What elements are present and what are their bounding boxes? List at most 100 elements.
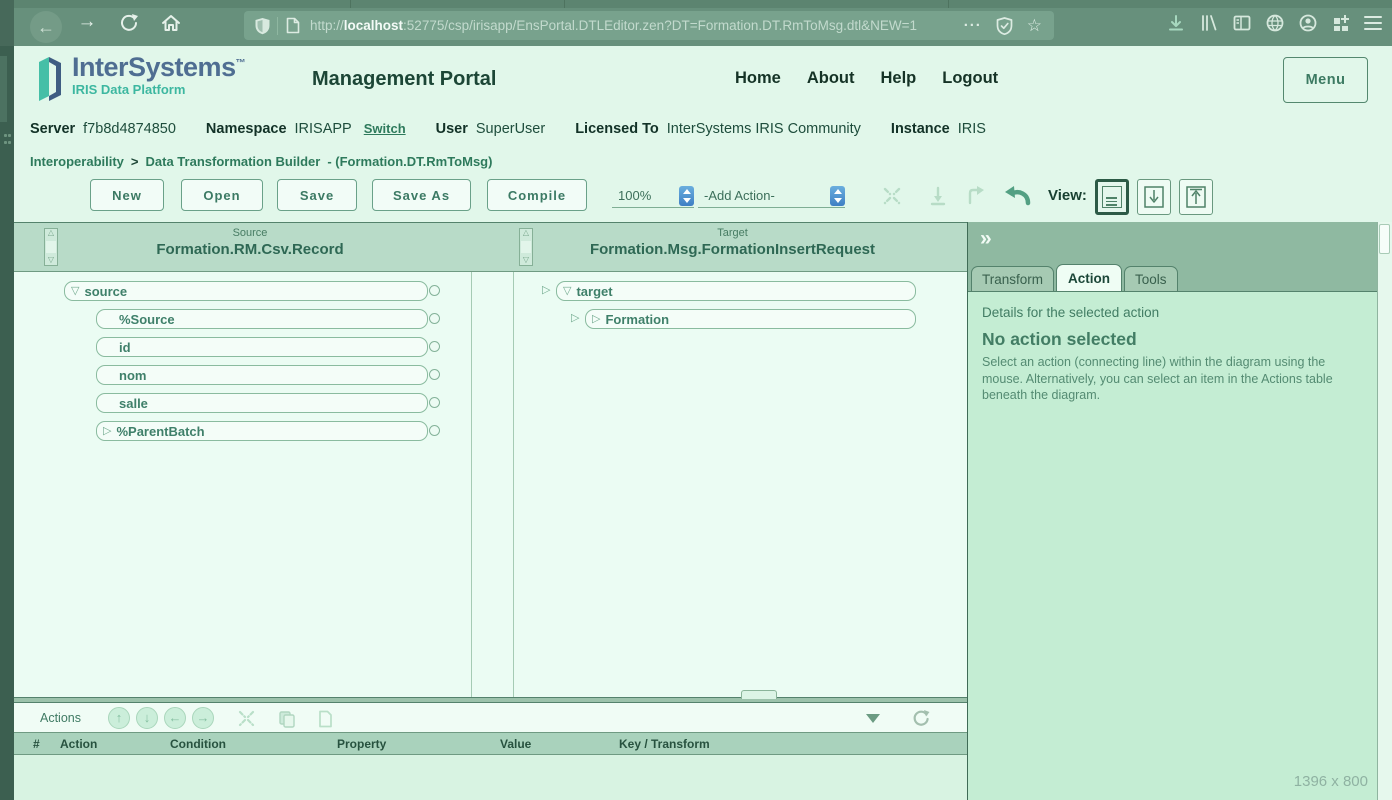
menu-hamburger-icon[interactable] (1364, 13, 1382, 33)
scrollbar-thumb[interactable] (1379, 224, 1390, 254)
column-value: Value (500, 737, 531, 751)
undo-icon[interactable] (1004, 185, 1032, 207)
nav-logout[interactable]: Logout (942, 69, 998, 88)
page-actions-icon[interactable]: ··· (964, 17, 982, 34)
target-connector-icon[interactable]: ▷ (542, 285, 550, 296)
save-button[interactable]: Save (277, 179, 357, 211)
url-text[interactable]: http://localhost:52775/csp/irisapp/EnsPo… (310, 18, 917, 33)
disconnect-icon[interactable] (882, 186, 902, 206)
paste-icon[interactable] (318, 710, 333, 728)
expander-closed-icon[interactable]: ▷ (592, 314, 600, 325)
source-connector[interactable] (429, 313, 440, 324)
save-as-button[interactable]: Save As (372, 179, 471, 211)
source-connector[interactable] (429, 341, 440, 352)
move-right-button[interactable]: → (192, 707, 214, 729)
copy-icon[interactable] (278, 710, 296, 728)
move-down-button[interactable]: ↓ (136, 707, 158, 729)
urlbar-actions: ··· ☆ (964, 17, 1054, 35)
target-scroll-widget[interactable]: △ ▽ (519, 228, 533, 266)
source-node-nom[interactable]: nom (96, 365, 428, 385)
scroll-thumb[interactable] (521, 241, 531, 253)
source-node-parentbatch[interactable]: ▷ %ParentBatch (96, 421, 428, 441)
refresh-actions-icon[interactable] (912, 709, 930, 727)
zoom-stepper[interactable] (679, 186, 694, 206)
transform-diagram[interactable]: ▽ source %Source id nom salle ▷ %ParentB… (14, 272, 967, 697)
nav-home[interactable]: Home (735, 69, 781, 88)
breadcrumb-interoperability[interactable]: Interoperability (30, 154, 124, 169)
apps-grid-icon[interactable] (1331, 13, 1351, 33)
expander-open-icon[interactable]: ▽ (71, 286, 79, 297)
tab-transform[interactable]: Transform (971, 266, 1054, 291)
source-connector[interactable] (429, 369, 440, 380)
sidebar-icon[interactable] (1232, 13, 1252, 33)
compile-button[interactable]: Compile (487, 179, 587, 211)
page-info-icon[interactable] (286, 17, 300, 34)
add-action-stepper[interactable] (830, 186, 845, 206)
move-left-button[interactable]: ← (164, 707, 186, 729)
expander-open-icon[interactable]: ▽ (563, 286, 571, 297)
library-icon[interactable] (1199, 13, 1219, 33)
nav-about[interactable]: About (807, 69, 855, 88)
tab-tools[interactable]: Tools (1124, 266, 1178, 291)
scroll-down-icon[interactable]: ▽ (523, 256, 529, 265)
source-node-source[interactable]: ▽ source (64, 281, 428, 301)
column-key-transform: Key / Transform (619, 737, 710, 751)
source-connector[interactable] (429, 397, 440, 408)
tab-action[interactable]: Action (1056, 264, 1122, 291)
tracking-protection-shield-icon[interactable] (254, 17, 271, 35)
back-button[interactable]: ← (30, 11, 62, 43)
menu-button[interactable]: Menu (1283, 57, 1368, 103)
new-button[interactable]: New (90, 179, 164, 211)
intersystems-logo-mark (36, 54, 64, 104)
scroll-up-icon[interactable]: △ (523, 229, 529, 238)
target-label: Target (540, 227, 925, 239)
view-full-button[interactable] (1095, 179, 1129, 215)
column-number: # (33, 737, 40, 751)
view-expand-up-button[interactable] (1179, 179, 1213, 215)
licensed-value: InterSystems IRIS Community (667, 121, 861, 137)
connect-down-icon[interactable] (928, 186, 948, 206)
forward-button[interactable]: → (76, 11, 98, 33)
nav-help[interactable]: Help (881, 69, 917, 88)
account-icon[interactable] (1298, 13, 1318, 33)
permissions-shield-icon[interactable] (996, 17, 1013, 35)
collapse-panel-icon[interactable]: » (980, 227, 992, 251)
target-node-formation[interactable]: ▷ Formation (585, 309, 916, 329)
target-node-target[interactable]: ▽ target (556, 281, 916, 301)
side-panel-scrollbar[interactable] (1377, 222, 1392, 800)
logo-name: InterSystems (72, 52, 236, 82)
switch-namespace-link[interactable]: Switch (364, 121, 406, 136)
source-node-id[interactable]: id (96, 337, 428, 357)
url-bar[interactable]: http://localhost:52775/csp/irisapp/EnsPo… (244, 11, 1054, 40)
source-node-pctsource[interactable]: %Source (96, 309, 428, 329)
breadcrumb-dtl-builder[interactable]: Data Transformation Builder (146, 154, 321, 169)
instance-info: InstanceIRIS (891, 121, 986, 137)
reload-button[interactable] (118, 12, 140, 37)
source-connector[interactable] (429, 425, 440, 436)
source-node-salle[interactable]: salle (96, 393, 428, 413)
corner-arrow-icon[interactable] (966, 186, 986, 206)
logo-text: InterSystems™ IRIS Data Platform (72, 54, 245, 97)
view-collapse-down-button[interactable] (1137, 179, 1171, 215)
source-label: Source (50, 227, 450, 239)
namespace-value: IRISAPP (295, 121, 352, 137)
url-scheme: http:// (310, 18, 344, 33)
cut-icon[interactable] (238, 710, 255, 727)
downloads-icon[interactable] (1166, 13, 1186, 33)
target-connector-icon[interactable]: ▷ (571, 313, 579, 324)
move-up-button[interactable]: ↑ (108, 707, 130, 729)
breadcrumb-detail: - (Formation.DT.RmToMsg) (327, 154, 492, 169)
actions-table-body[interactable] (14, 755, 967, 800)
bookmark-star-icon[interactable]: ☆ (1027, 17, 1042, 34)
zoom-select[interactable]: 100% (612, 184, 694, 208)
add-action-select[interactable]: -Add Action- (698, 184, 845, 208)
column-action: Action (60, 737, 97, 751)
sort-descending-icon[interactable] (866, 714, 880, 723)
source-connector[interactable] (429, 285, 440, 296)
url-path: :52775/csp/irisapp/EnsPortal.DTLEditor.z… (403, 18, 917, 33)
globe-icon[interactable] (1265, 13, 1285, 33)
home-button[interactable] (160, 12, 182, 37)
expander-closed-icon[interactable]: ▷ (103, 426, 111, 437)
open-button[interactable]: Open (181, 179, 263, 211)
splitter-handle[interactable] (741, 690, 777, 699)
